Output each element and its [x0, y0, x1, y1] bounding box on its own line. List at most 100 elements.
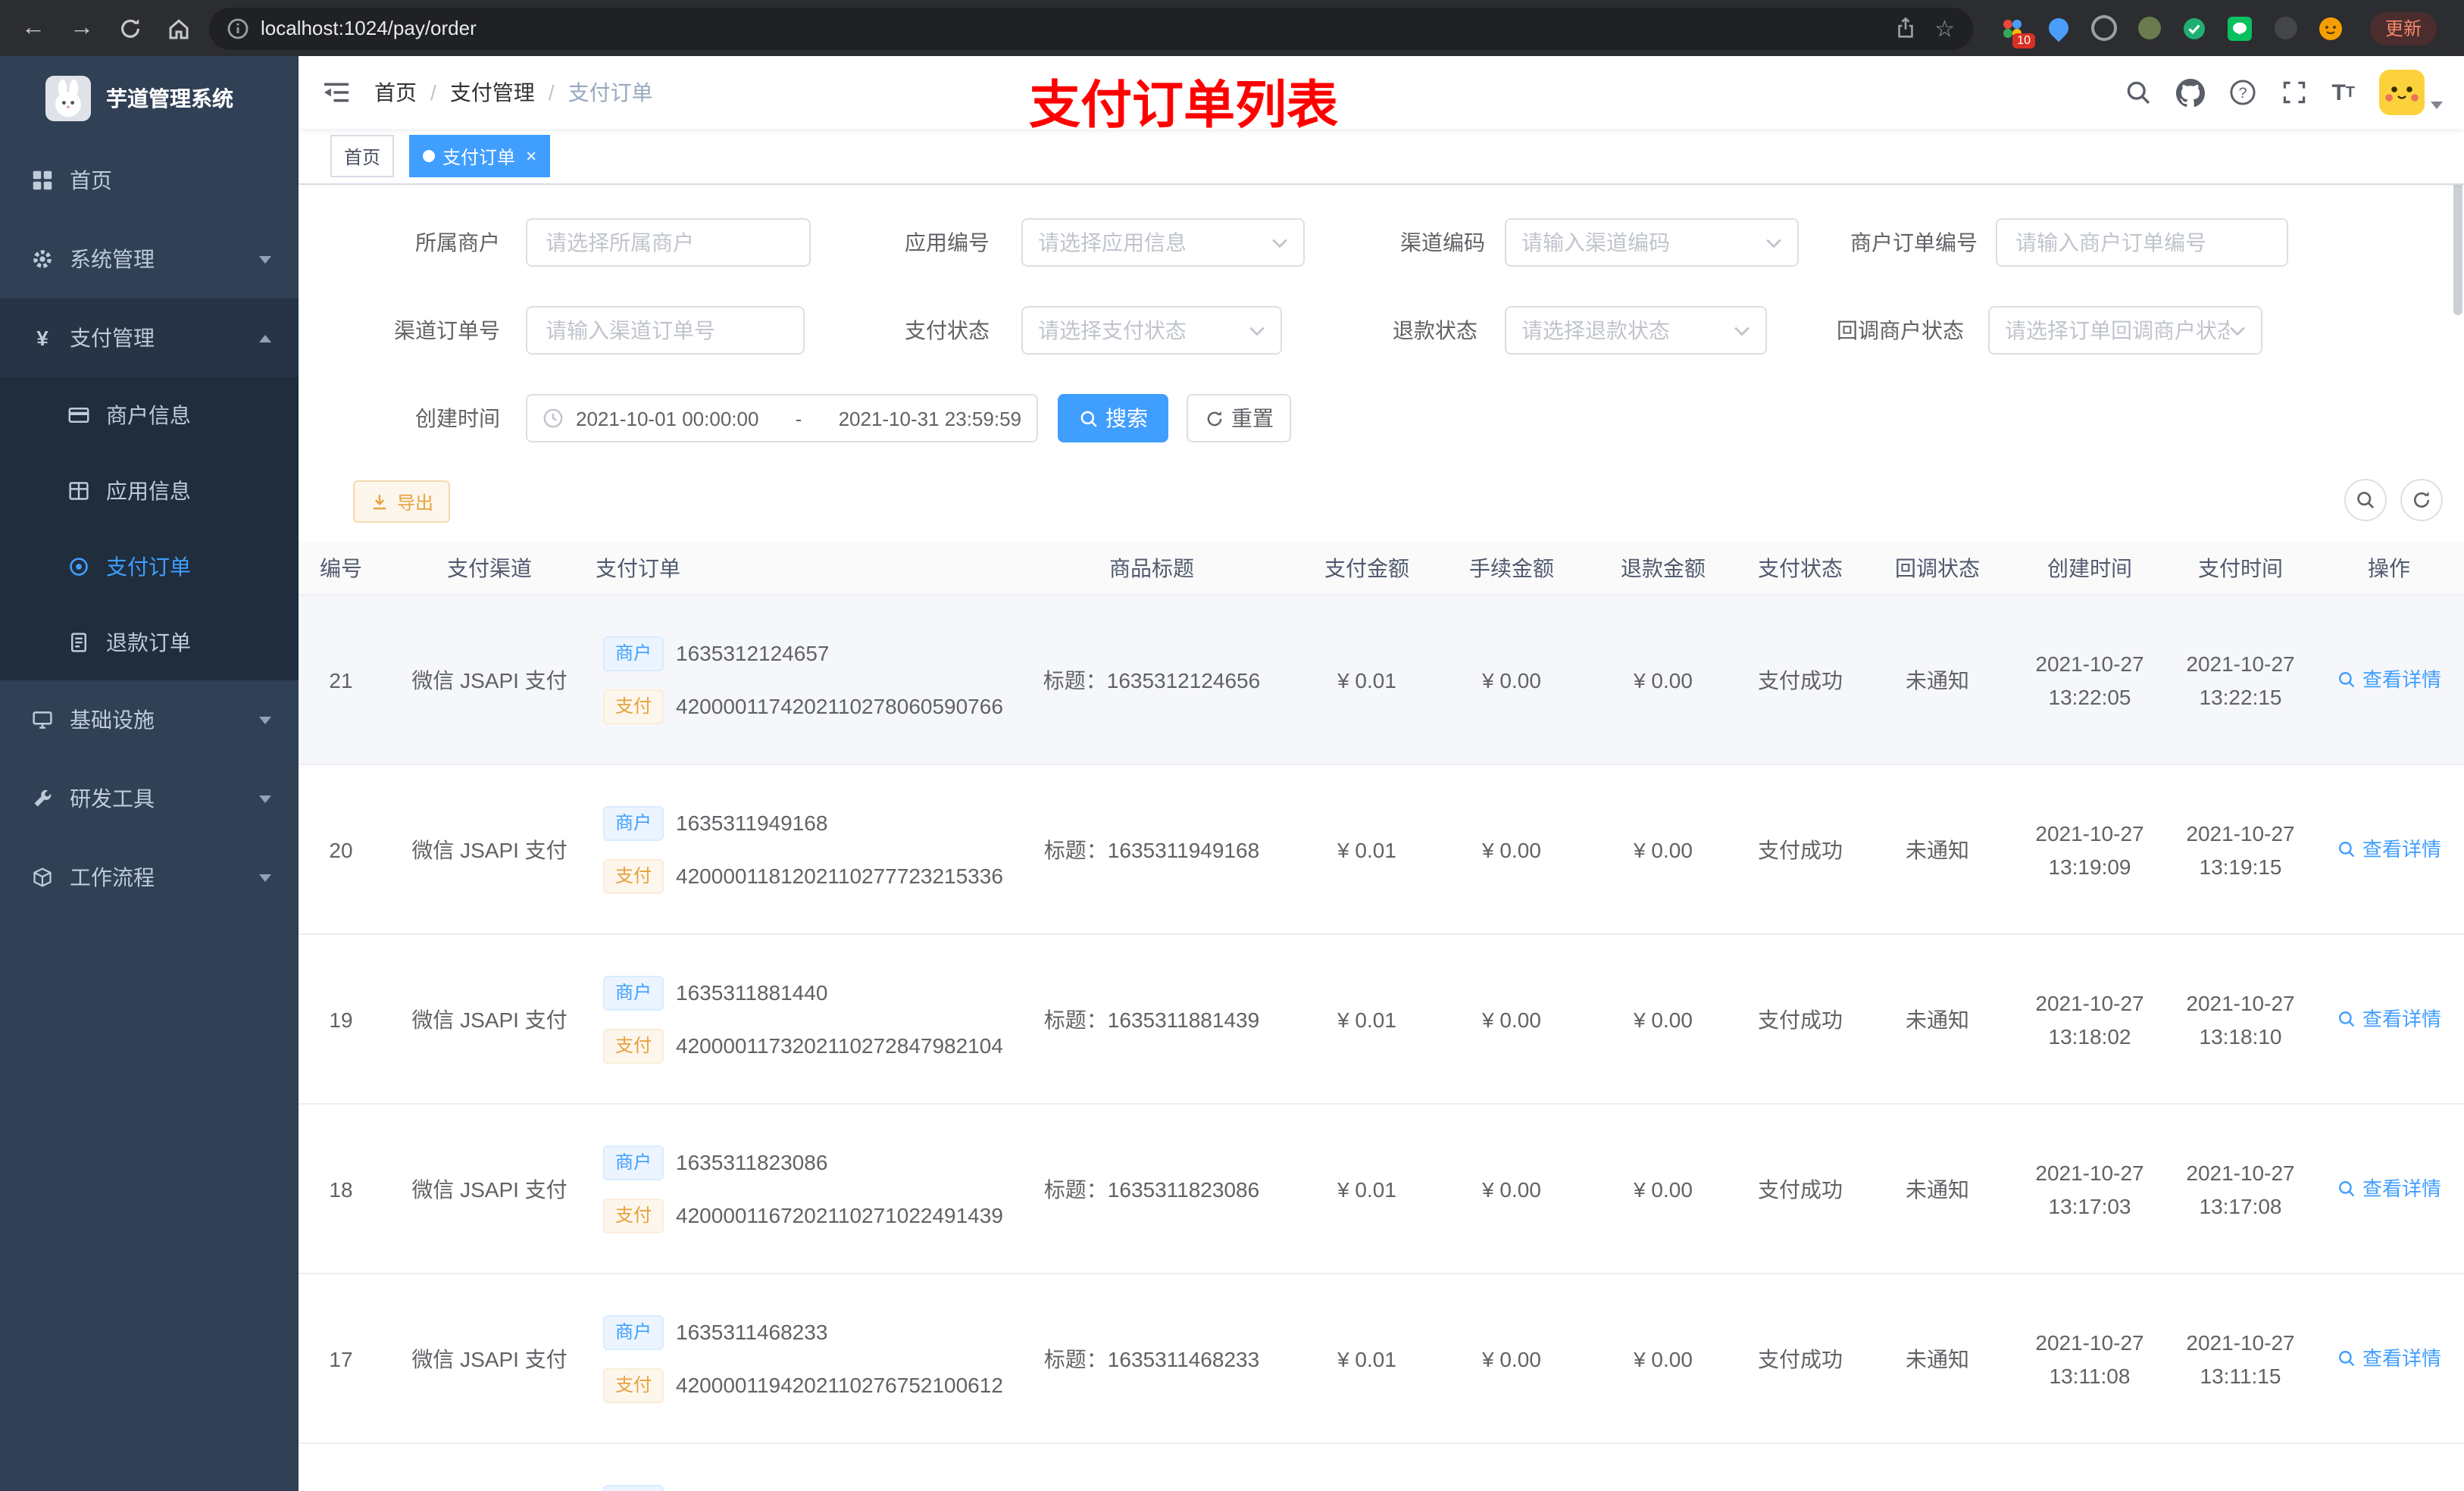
extension-icon[interactable]: [2088, 13, 2118, 43]
pay-order-cell: 商户 1635311823086 支付 42000011672021102710…: [596, 1145, 1005, 1233]
col-header-create-time: 创建时间: [2047, 556, 2132, 580]
filter-label-channel-order-no: 渠道订单号: [394, 318, 500, 342]
callback-status-select[interactable]: 请选择订单回调商户状态: [1988, 306, 2262, 355]
create-time: 13:22:05: [2048, 684, 2131, 708]
merchant-order-no: 1635311468233: [676, 1320, 828, 1344]
order-id: 19: [329, 1007, 353, 1031]
create-time: 13:11:08: [2049, 1363, 2131, 1387]
sidebar-item-refund-order[interactable]: 退款订单: [0, 605, 299, 680]
date-range-start[interactable]: 2021-10-01 00:00:00: [576, 407, 758, 430]
view-details-link[interactable]: 查看详情: [2337, 1002, 2441, 1036]
pay-amount: ¥ 0.01: [1337, 667, 1396, 692]
browser-menu-icon[interactable]: ⋮: [2458, 14, 2464, 42]
notify-status: 未通知: [1906, 667, 1969, 692]
sidebar-item-label: 研发工具: [70, 786, 155, 811]
pay-status-select[interactable]: 请选择支付状态: [1021, 306, 1282, 355]
merchant-tag: 商户: [603, 636, 664, 670]
date-range-end[interactable]: 2021-10-31 23:59:59: [839, 407, 1021, 430]
sidebar-toggle-icon[interactable]: [323, 80, 350, 105]
sidebar-item-home[interactable]: 首页: [0, 141, 299, 220]
merchant-input[interactable]: [543, 229, 794, 256]
home-icon[interactable]: [161, 10, 197, 46]
merchant-order-no-input[interactable]: [2012, 229, 2272, 256]
reset-button[interactable]: 重置: [1187, 394, 1291, 442]
reload-icon[interactable]: [112, 10, 149, 46]
select-placeholder: 请选择应用信息: [1038, 230, 1187, 255]
reset-button-label: 重置: [1231, 406, 1274, 430]
merchant-select[interactable]: [526, 218, 811, 267]
sidebar-item-merchant-info[interactable]: 商户信息: [0, 377, 299, 453]
font-size-icon[interactable]: TT: [2331, 80, 2355, 105]
extension-icon[interactable]: [2179, 13, 2209, 43]
refresh-table-button[interactable]: [2400, 479, 2443, 521]
sidebar-item-system[interactable]: 系统管理: [0, 220, 299, 299]
share-icon[interactable]: [1893, 17, 1916, 39]
forward-button[interactable]: →: [64, 10, 100, 46]
address-bar[interactable]: localhost:1024/pay/order ☆: [209, 7, 1973, 49]
view-details-link[interactable]: 查看详情: [2337, 833, 2441, 866]
fullscreen-icon[interactable]: [2280, 79, 2307, 106]
merchant-order-no-field[interactable]: [1996, 218, 2288, 267]
actions-cell: 查看详情: [2314, 663, 2464, 696]
sidebar-item-dev-tools[interactable]: 研发工具: [0, 759, 299, 838]
tab-home[interactable]: 首页: [330, 135, 395, 177]
header-search-icon[interactable]: [2124, 79, 2151, 106]
col-header-pay-order: 支付订单: [596, 556, 680, 580]
select-placeholder: 请选择订单回调商户状态: [2005, 318, 2229, 342]
site-info-icon[interactable]: [227, 17, 249, 39]
actions-cell: 查看详情: [2314, 1342, 2464, 1375]
sidebar-item-workflow[interactable]: 工作流程: [0, 838, 299, 917]
sidebar-item-app-info[interactable]: 应用信息: [0, 453, 299, 529]
extension-icon[interactable]: [2270, 13, 2300, 43]
tab-close-icon[interactable]: ×: [526, 145, 536, 167]
view-details-link[interactable]: 查看详情: [2337, 1172, 2441, 1205]
extension-icon[interactable]: [2315, 13, 2346, 43]
filter-label-refund-status: 退款状态: [1393, 318, 1477, 342]
sidebar-item-infrastructure[interactable]: 基础设施: [0, 680, 299, 759]
back-button[interactable]: ←: [15, 10, 52, 46]
col-header-status: 支付状态: [1758, 556, 1843, 580]
fee-amount: ¥ 0.00: [1482, 1346, 1541, 1371]
sidebar-item-pay-order[interactable]: 支付订单: [0, 529, 299, 605]
create-time-range-picker[interactable]: 2021-10-01 00:00:00 - 2021-10-31 23:59:5…: [526, 394, 1038, 442]
github-icon[interactable]: [2175, 78, 2205, 107]
extension-icon[interactable]: [2225, 13, 2255, 43]
view-details-link[interactable]: 查看详情: [2337, 1342, 2441, 1375]
channel-order-no-input[interactable]: [543, 317, 788, 344]
channel-order-no-field[interactable]: [526, 306, 805, 355]
pay-time-cell: 2021-10-27 13:11:15: [2167, 1325, 2314, 1392]
channel-code-select[interactable]: 请输入渠道编码: [1505, 218, 1799, 267]
cube-icon: [30, 867, 55, 888]
chevron-down-icon: [1271, 237, 1288, 248]
pay-time: 13:17:08: [2199, 1193, 2282, 1217]
tab-pay-order[interactable]: 支付订单 ×: [409, 135, 551, 177]
create-date: 2021-10-27: [2035, 1160, 2144, 1184]
view-details-link[interactable]: 查看详情: [2337, 663, 2441, 696]
browser-update-button[interactable]: 更新: [2370, 11, 2437, 45]
user-menu[interactable]: [2379, 70, 2443, 115]
bookmark-star-icon[interactable]: ☆: [1934, 14, 1955, 42]
pay-status: 支付成功: [1758, 1177, 1843, 1201]
pay-status: 支付成功: [1758, 1007, 1843, 1031]
export-button[interactable]: 导出: [353, 480, 451, 523]
merchant-order-no: 163531115736: [676, 1485, 815, 1491]
sidebar-item-payment[interactable]: ¥ 支付管理: [0, 299, 299, 377]
fee-amount: ¥ 0.00: [1482, 837, 1541, 861]
active-dot-icon: [423, 150, 436, 162]
breadcrumb-home[interactable]: 首页: [374, 77, 417, 108]
col-header-fee: 手续金额: [1469, 556, 1554, 580]
extensions-area: 10: [1997, 13, 2346, 48]
extension-icon[interactable]: 10: [1997, 13, 2035, 48]
app-select[interactable]: 请选择应用信息: [1021, 218, 1305, 267]
breadcrumb-pay-manage[interactable]: 支付管理: [450, 77, 535, 108]
search-button[interactable]: 搜索: [1058, 394, 1168, 442]
toggle-search-button[interactable]: [2344, 479, 2387, 521]
help-icon[interactable]: ?: [2228, 79, 2256, 106]
extension-icon[interactable]: [2043, 13, 2073, 43]
chevron-down-icon: [1765, 237, 1782, 248]
extension-icon[interactable]: [2134, 13, 2164, 43]
pay-status: 支付成功: [1758, 667, 1843, 692]
breadcrumb-current: 支付订单: [568, 80, 653, 105]
merchant-order-no: 1635311823086: [676, 1150, 828, 1174]
refund-status-select[interactable]: 请选择退款状态: [1505, 306, 1767, 355]
